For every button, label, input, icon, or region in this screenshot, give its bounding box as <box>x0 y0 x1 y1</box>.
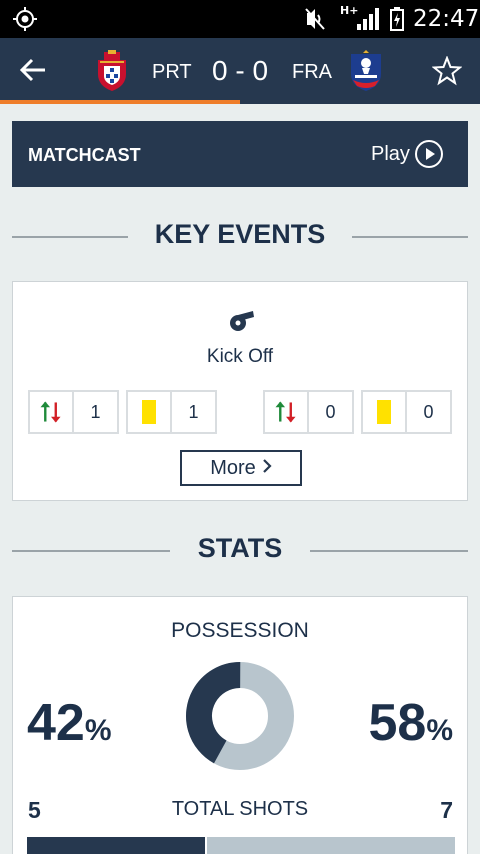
key-events-heading: KEY EVENTS <box>12 219 468 255</box>
event-label: Kick Off <box>206 346 274 367</box>
home-possession: 42% <box>27 693 112 753</box>
more-label: More <box>210 457 256 479</box>
play-label[interactable]: Play <box>371 143 410 166</box>
france-crest-icon <box>351 50 381 91</box>
key-events-title: KEY EVENTS <box>154 219 326 249</box>
away-possession-value: 58 <box>368 694 427 752</box>
match-progress-bar <box>0 100 240 104</box>
total-shots-title: TOTAL SHOTS <box>171 798 309 820</box>
percent-unit: % <box>426 714 453 747</box>
away-substitutions-count: 0 <box>325 402 336 422</box>
possession-donut <box>186 662 294 770</box>
home-yellow-cards-count: 1 <box>188 402 199 422</box>
home-substitutions: 1 <box>28 390 119 434</box>
away-yellow-cards-count: 0 <box>423 402 434 422</box>
matchcast-bar[interactable]: MATCHCAST Play <box>12 121 468 187</box>
away-possession: 58% <box>368 693 453 753</box>
away-total-shots: 7 <box>440 797 453 823</box>
yellow-card-icon <box>363 392 407 432</box>
play-icon[interactable] <box>414 139 444 169</box>
match-score: 0 - 0 <box>211 55 269 86</box>
chevron-right-icon <box>263 459 272 473</box>
back-arrow-icon[interactable] <box>20 58 46 82</box>
whistle-icon <box>230 311 254 331</box>
portugal-crest-icon <box>98 50 126 91</box>
stats-card: POSSESSION 42% 58% 5 TOTAL SHOTS 7 <box>12 596 468 854</box>
away-substitutions: 0 <box>263 390 354 434</box>
percent-unit: % <box>84 714 112 747</box>
key-events-card: Kick Off 1 1 0 0 More <box>12 281 468 501</box>
away-team-code: FRA <box>292 61 332 83</box>
battery-charging-icon <box>390 7 404 31</box>
stats-heading: STATS <box>12 533 468 569</box>
home-yellow-cards: 1 <box>126 390 217 434</box>
status-bar: H+ 22:47 <box>0 0 480 38</box>
home-possession-value: 42 <box>27 694 85 752</box>
matchcast-title: MATCHCAST <box>28 145 141 165</box>
signal-icon <box>357 8 379 30</box>
star-icon[interactable] <box>432 56 462 86</box>
home-shots-bar <box>27 837 205 854</box>
yellow-card-icon <box>128 392 172 432</box>
stats-title: STATS <box>197 533 283 563</box>
away-yellow-cards: 0 <box>361 390 452 434</box>
home-substitutions-count: 1 <box>90 402 101 422</box>
possession-title: POSSESSION <box>171 619 309 642</box>
match-header: PRT 0 - 0 FRA <box>0 38 480 104</box>
clock: 22:47 <box>413 6 480 32</box>
substitution-icon <box>275 392 309 432</box>
mute-icon <box>305 8 325 30</box>
substitution-icon <box>40 392 74 432</box>
more-button[interactable]: More <box>180 450 302 486</box>
away-shots-bar <box>207 837 455 854</box>
location-target-icon <box>13 7 37 31</box>
home-team-code: PRT <box>152 61 192 83</box>
